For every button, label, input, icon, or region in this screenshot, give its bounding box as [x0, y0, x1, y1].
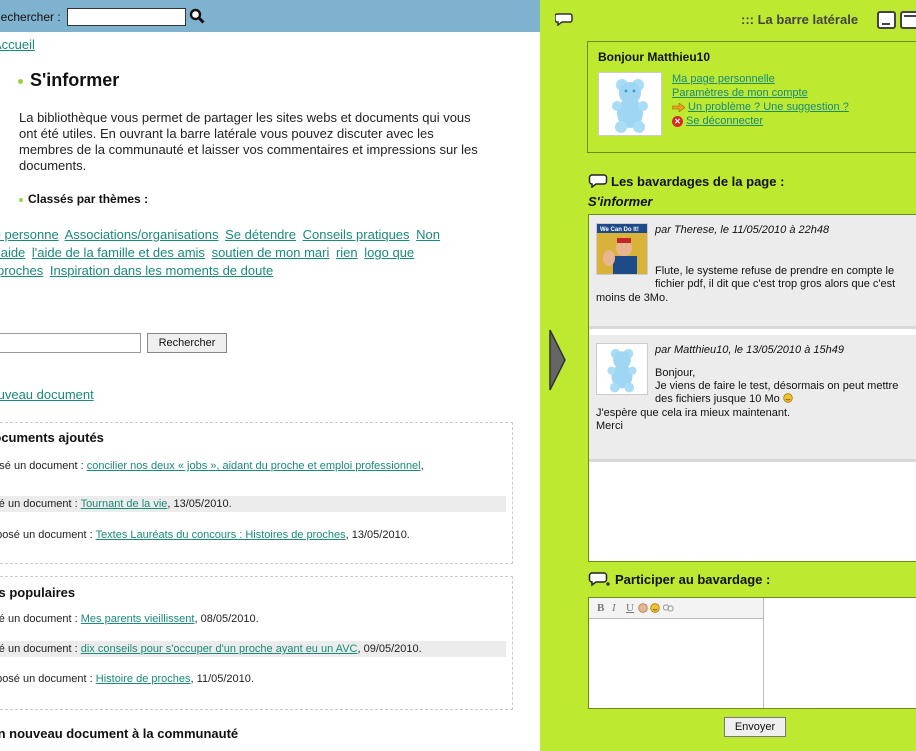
tag-link[interactable]: Une personne	[0, 227, 59, 242]
avatar: We Can Do It!	[596, 223, 648, 275]
search-input[interactable]	[67, 8, 186, 26]
document-link[interactable]: Textes Lauréats du concours : Histoires …	[96, 529, 346, 541]
document-link[interactable]: concilier nos deux « jobs », aidant du p…	[87, 460, 421, 472]
bullet-icon	[18, 78, 23, 84]
underline-button[interactable]: U	[626, 602, 634, 614]
document-link[interactable]: Histoire de proches	[96, 673, 191, 685]
tag-link[interactable]: Conseils pratiques	[303, 227, 410, 242]
tag-link[interactable]: Se détendre	[225, 227, 296, 242]
recent-documents-title: Documents ajoutés	[0, 430, 104, 445]
chat-message: We Can Do It! par Therese, le 11/05/2010…	[589, 215, 916, 329]
svg-text:We Can Do It!: We Can Do It!	[600, 227, 639, 233]
search-icon[interactable]	[189, 8, 205, 24]
smiley-icon[interactable]	[650, 603, 660, 613]
search-label: Rechercher :	[0, 10, 61, 24]
collapse-arrow-icon[interactable]	[540, 320, 566, 400]
suggestion-link[interactable]: Un problème ? Une suggestion ?	[688, 101, 849, 113]
tag-link[interactable]: Associations/organisations	[65, 227, 219, 242]
document-link[interactable]: Tournant de la vie	[81, 498, 168, 510]
logout-icon: ✕	[672, 115, 683, 127]
message-meta: par Matthieu10, le 13/05/2010 à 15h49	[655, 344, 844, 356]
intro-text: La bibliothèque vous permet de partager …	[19, 110, 478, 173]
smiley-icon	[783, 393, 793, 403]
list-item: a proposé un document : Mes parents viei…	[0, 613, 259, 625]
profile-box: Bonjour Matthieu10 Ma page personnelle P…	[587, 41, 916, 153]
chat-message: par Matthieu10, le 13/05/2010 à 15h49 Bo…	[589, 335, 916, 462]
logout-link[interactable]: Se déconnecter	[686, 115, 763, 127]
my-page-link[interactable]: Ma page personnelle	[672, 73, 775, 85]
document-link[interactable]: dix conseils pour s'occuper d'un proche …	[81, 643, 358, 655]
list-item: a proposé un document : dix conseils pou…	[0, 641, 506, 657]
maximize-icon[interactable]	[900, 11, 916, 29]
send-button[interactable]: Envoyer	[724, 717, 786, 737]
sidebar-header: ::: La barre latérale	[540, 0, 916, 34]
message-meta: par Therese, le 11/05/2010 à 22h48	[655, 224, 830, 236]
tag-link[interactable]: soutien de mon mari	[212, 245, 330, 260]
poster-avatar-icon: We Can Do It!	[597, 224, 647, 274]
tag-link[interactable]: proches	[0, 263, 43, 278]
breadcrumb-home[interactable]: Accueil	[0, 37, 35, 52]
sidebar: ::: La barre latérale Bonjour Matthieu10…	[540, 0, 916, 751]
minimize-icon[interactable]	[877, 11, 896, 29]
propose-document-title: Proposer un nouveau document à la commun…	[0, 726, 239, 741]
message-editor: B I U	[588, 597, 916, 709]
search-button[interactable]: Rechercher	[147, 333, 227, 353]
themes-heading: Classés par thèmes :	[19, 192, 148, 206]
tag-link[interactable]: l'aide de la famille et des amis	[32, 245, 205, 260]
chat-bubble-icon[interactable]	[555, 12, 573, 26]
chat-subject: S'informer	[588, 194, 653, 209]
avatar	[596, 343, 648, 395]
list-item: a proposé un document : Textes Lauréats …	[0, 529, 410, 541]
profile-links: Ma page personnelle Paramètres de mon co…	[672, 72, 849, 128]
editor-toolbar: B I U	[589, 598, 764, 619]
arrow-right-icon	[672, 102, 685, 112]
list-item: a proposé un document : Histoire de proc…	[0, 673, 254, 685]
link-icon[interactable]	[663, 604, 674, 612]
document-link[interactable]: Mes parents vieillissent	[81, 613, 195, 625]
tag-link[interactable]: Non	[416, 227, 440, 242]
bold-button[interactable]: B	[597, 602, 604, 614]
gummy-bear-icon	[607, 348, 637, 393]
greeting: Bonjour Matthieu10	[598, 50, 711, 64]
avatar	[598, 72, 662, 136]
tag-link[interactable]: rien	[336, 245, 358, 260]
join-chat-heading: Participer au bavardage :	[588, 571, 770, 587]
message-textarea[interactable]	[589, 619, 764, 708]
popular-documents-box: Les plus populaires a proposé un documen…	[0, 576, 513, 710]
main-page: Rechercher : Accueil S'informer La bibli…	[0, 0, 540, 751]
gummy-bear-icon	[612, 79, 648, 133]
document-search-input[interactable]	[0, 333, 141, 353]
bullet-icon	[19, 197, 23, 202]
popular-documents-title: Les plus populaires	[0, 585, 76, 600]
tag-link[interactable]: Inspiration dans les moments de doute	[50, 263, 273, 278]
chat-messages: We Can Do It! par Therese, le 11/05/2010…	[588, 214, 916, 562]
tag-link[interactable]: L'aide	[0, 245, 25, 260]
account-settings-link[interactable]: Paramètres de mon compte	[672, 87, 808, 99]
chat-heading: Les bavardages de la page :	[588, 173, 784, 189]
recent-documents-box: Documents ajoutés a proposé un document …	[0, 422, 513, 564]
top-search-bar: Rechercher :	[0, 0, 540, 32]
chat-bubble-icon	[588, 174, 608, 189]
color-icon[interactable]	[638, 603, 648, 613]
list-item: a proposé un document : Tournant de la v…	[0, 496, 506, 512]
list-item: a proposé un document : concilier nos de…	[0, 460, 424, 472]
page-title: S'informer	[18, 70, 119, 91]
tag-link[interactable]: logo que	[364, 245, 414, 260]
italic-button[interactable]: I	[612, 602, 616, 614]
new-document-link[interactable]: Nouveau document	[0, 387, 94, 402]
chat-add-icon	[588, 572, 610, 587]
sidebar-title: ::: La barre latérale	[741, 12, 859, 27]
